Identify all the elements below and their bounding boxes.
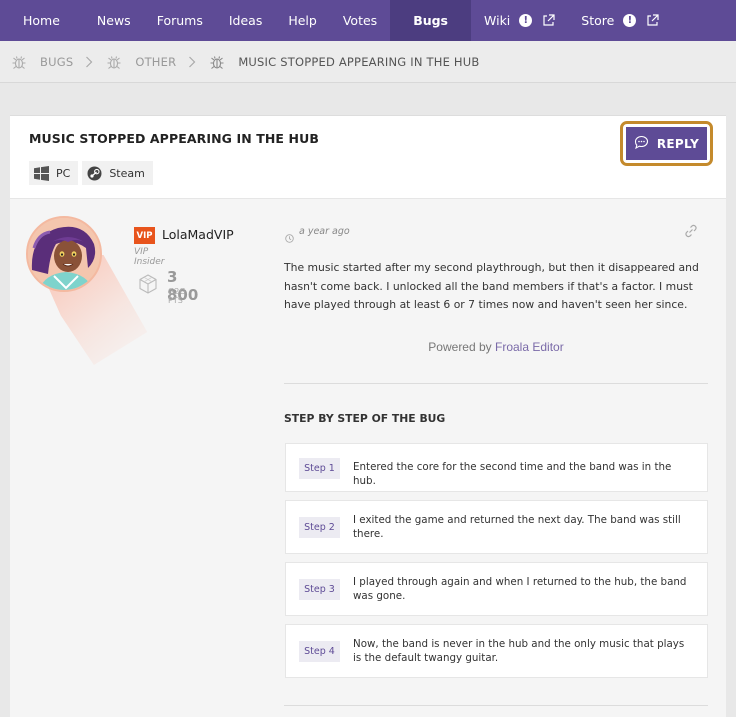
vip-badge: VIP <box>134 227 155 244</box>
points-cube-icon <box>137 273 159 299</box>
nav-label: Ideas <box>228 13 263 28</box>
breadcrumb-label: MUSIC STOPPED APPEARING IN THE HUB <box>238 54 480 69</box>
windows-icon <box>34 165 49 181</box>
breadcrumb-item-bugs[interactable]: BUGS <box>11 54 73 70</box>
post-timestamp: a year ago <box>299 226 350 237</box>
step-text: I exited the game and returned the next … <box>353 514 681 540</box>
breadcrumb-label: BUGS <box>40 54 74 69</box>
clock-icon <box>285 228 294 247</box>
powered-by-text: Powered by <box>428 340 495 354</box>
bug-post-card: MUSIC STOPPED APPEARING IN THE HUB PC St… <box>10 115 726 717</box>
nav-news[interactable]: News <box>84 0 144 41</box>
nav-label: News <box>96 13 131 28</box>
nav-label: Wiki <box>484 13 511 28</box>
divider <box>284 705 708 706</box>
nav-label: Help <box>288 13 317 28</box>
platform-tags: PC Steam <box>29 161 153 185</box>
nav-votes[interactable]: Votes <box>330 0 390 41</box>
breadcrumb-label: OTHER <box>135 54 177 69</box>
tag-steam[interactable]: Steam <box>82 161 153 185</box>
breadcrumb-item-current: MUSIC STOPPED APPEARING IN THE HUB <box>209 54 479 70</box>
step-text: Now, the band is never in the hub and th… <box>353 638 685 664</box>
tag-label: Steam <box>109 166 145 180</box>
nav-label: Home <box>23 13 60 28</box>
nav-label: Store <box>581 13 615 28</box>
bug-icon <box>209 54 225 70</box>
froala-link[interactable]: Froala Editor <box>495 340 564 354</box>
step-item: Step 3 I played through again and when I… <box>285 562 708 616</box>
post-body: The music started after my second playth… <box>284 261 699 311</box>
avatar[interactable] <box>26 216 102 292</box>
alert-badge-icon: ! <box>519 14 533 27</box>
post-header: MUSIC STOPPED APPEARING IN THE HUB PC St… <box>10 116 726 199</box>
nav-label: Forums <box>156 13 203 28</box>
reply-button[interactable]: REPLY <box>626 127 707 160</box>
nav-home[interactable]: Home <box>0 0 84 41</box>
tag-pc[interactable]: PC <box>29 161 79 185</box>
bug-icon <box>11 54 27 70</box>
nav-wiki[interactable]: Wiki ! <box>471 0 568 41</box>
reply-button-highlight: REPLY <box>620 121 713 166</box>
step-text: Entered the core for the second time and… <box>353 461 672 487</box>
author-role: VIP Insider <box>134 247 165 267</box>
step-text: I played through again and when I return… <box>353 576 687 602</box>
nav-store[interactable]: Store ! <box>568 0 672 41</box>
comment-icon <box>634 135 649 153</box>
link-icon[interactable] <box>683 223 699 243</box>
breadcrumb-item-other[interactable]: OTHER <box>106 54 176 70</box>
nav-forums[interactable]: Forums <box>144 0 216 41</box>
author-name[interactable]: LolaMadVIP <box>162 227 234 242</box>
nav-ideas[interactable]: Ideas <box>216 0 275 41</box>
points-label: G2G PTS <box>168 287 186 305</box>
nav-bugs[interactable]: Bugs <box>390 0 472 41</box>
divider <box>284 383 708 384</box>
tag-label: PC <box>56 166 71 180</box>
external-link-icon <box>646 14 659 27</box>
nav-help[interactable]: Help <box>275 0 330 41</box>
reply-label: REPLY <box>656 136 700 151</box>
nav-label: Bugs <box>413 13 449 28</box>
step-number: Step 1 <box>299 458 340 479</box>
bug-icon <box>106 54 122 70</box>
top-nav: Home News Forums Ideas Help Votes Bugs W… <box>0 0 736 41</box>
step-number: Step 3 <box>299 579 340 600</box>
breadcrumb: BUGS OTHER MUSIC STOPPED APPEARING IN TH… <box>0 41 736 83</box>
step-number: Step 4 <box>299 641 340 662</box>
external-link-icon <box>542 14 555 27</box>
step-item: Step 4 Now, the band is never in the hub… <box>285 624 708 678</box>
nav-label: Votes <box>342 13 378 28</box>
page-title: MUSIC STOPPED APPEARING IN THE HUB <box>29 131 319 146</box>
step-item: Step 1 Entered the core for the second t… <box>285 443 708 492</box>
steam-icon <box>87 166 102 181</box>
step-number: Step 2 <box>299 517 340 538</box>
chevron-right-icon <box>85 56 93 68</box>
powered-by: Powered by Froala Editor <box>284 340 708 354</box>
chevron-right-icon <box>188 56 196 68</box>
alert-badge-icon: ! <box>623 14 637 27</box>
step-item: Step 2 I exited the game and returned th… <box>285 500 708 554</box>
steps-heading: STEP BY STEP OF THE BUG <box>284 412 446 425</box>
